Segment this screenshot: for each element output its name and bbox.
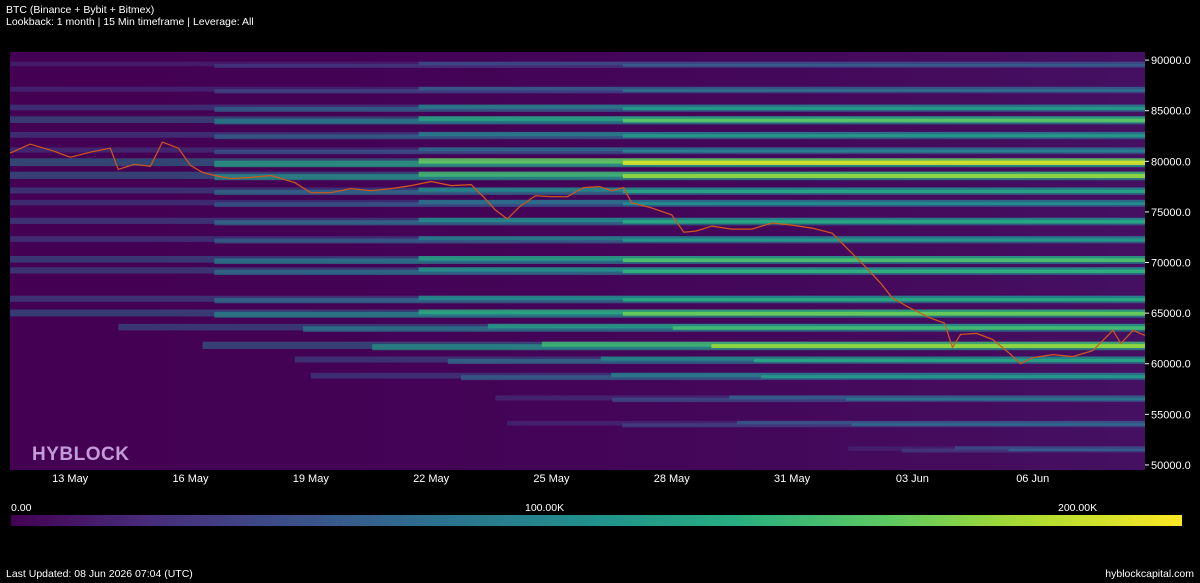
colorbar-label-mid: 100.00K bbox=[525, 502, 565, 514]
liquidation-band bbox=[622, 118, 1145, 123]
liquidation-band bbox=[622, 311, 1145, 316]
y-tick-label: 65000.0 bbox=[1151, 308, 1191, 320]
liquidation-band bbox=[622, 107, 1145, 111]
liquidation-band bbox=[622, 160, 1145, 165]
y-tick-label: 55000.0 bbox=[1151, 409, 1191, 421]
y-tick-label: 60000.0 bbox=[1151, 359, 1191, 371]
liquidation-band bbox=[622, 298, 1145, 302]
colorbar-label-max: 200.00K bbox=[1058, 502, 1098, 514]
x-tick-label: 13 May bbox=[52, 473, 89, 485]
liquidation-band bbox=[622, 238, 1145, 242]
liquidation-band bbox=[851, 423, 1145, 426]
liquidation-band bbox=[622, 134, 1145, 138]
liquidation-band bbox=[622, 220, 1145, 224]
liquidation-band bbox=[846, 397, 1145, 401]
liquidation-band bbox=[711, 344, 1145, 349]
liquidation-band bbox=[622, 258, 1145, 263]
colorbar-label-min: 0.00 bbox=[11, 502, 32, 514]
x-tick-label: 22 May bbox=[413, 473, 450, 485]
hyblock-watermark: HYBLOCK bbox=[32, 444, 130, 465]
x-tick-label: 06 Jun bbox=[1016, 473, 1049, 485]
liquidation-band bbox=[622, 149, 1145, 153]
x-tick-label: 25 May bbox=[533, 473, 570, 485]
liquidation-band bbox=[761, 375, 1145, 379]
x-tick-label: 16 May bbox=[172, 473, 209, 485]
liquidation-band bbox=[622, 202, 1145, 206]
y-tick-label: 85000.0 bbox=[1151, 106, 1191, 118]
x-tick-label: 31 May bbox=[774, 473, 811, 485]
y-tick-label: 80000.0 bbox=[1151, 156, 1191, 168]
x-axis-ticks: 13 May 16 May 19 May 22 May 25 May 28 May 31 M… bbox=[52, 473, 1049, 485]
y-axis-ticks: 50000.0 55000.0 60000.0 65000.0 70000.0 75000… bbox=[1145, 55, 1191, 472]
liquidation-band bbox=[622, 189, 1145, 194]
y-tick-label: 90000.0 bbox=[1151, 55, 1191, 67]
liquidation-band bbox=[753, 358, 1145, 363]
last-updated: Last Updated: 08 Jun 2026 07:04 (UTC) bbox=[6, 568, 193, 580]
liquidation-band bbox=[622, 174, 1145, 179]
liquidation-band bbox=[1008, 448, 1145, 452]
y-tick-label: 75000.0 bbox=[1151, 207, 1191, 219]
x-tick-label: 03 Jun bbox=[896, 473, 929, 485]
x-tick-label: 28 May bbox=[654, 473, 691, 485]
liquidation-band bbox=[622, 89, 1145, 92]
liquidation-band bbox=[622, 64, 1145, 67]
liquidation-heatmap: 13 May 16 May 19 May 22 May 25 May 28 May 31 M… bbox=[9, 52, 1191, 485]
liquidation-band bbox=[672, 326, 1145, 330]
y-tick-label: 70000.0 bbox=[1151, 258, 1191, 270]
colorbar bbox=[11, 515, 1182, 526]
x-tick-label: 19 May bbox=[293, 473, 330, 485]
liquidation-band bbox=[622, 269, 1145, 274]
site-link[interactable]: hyblockcapital.com bbox=[1105, 568, 1194, 580]
y-tick-label: 50000.0 bbox=[1151, 460, 1191, 472]
